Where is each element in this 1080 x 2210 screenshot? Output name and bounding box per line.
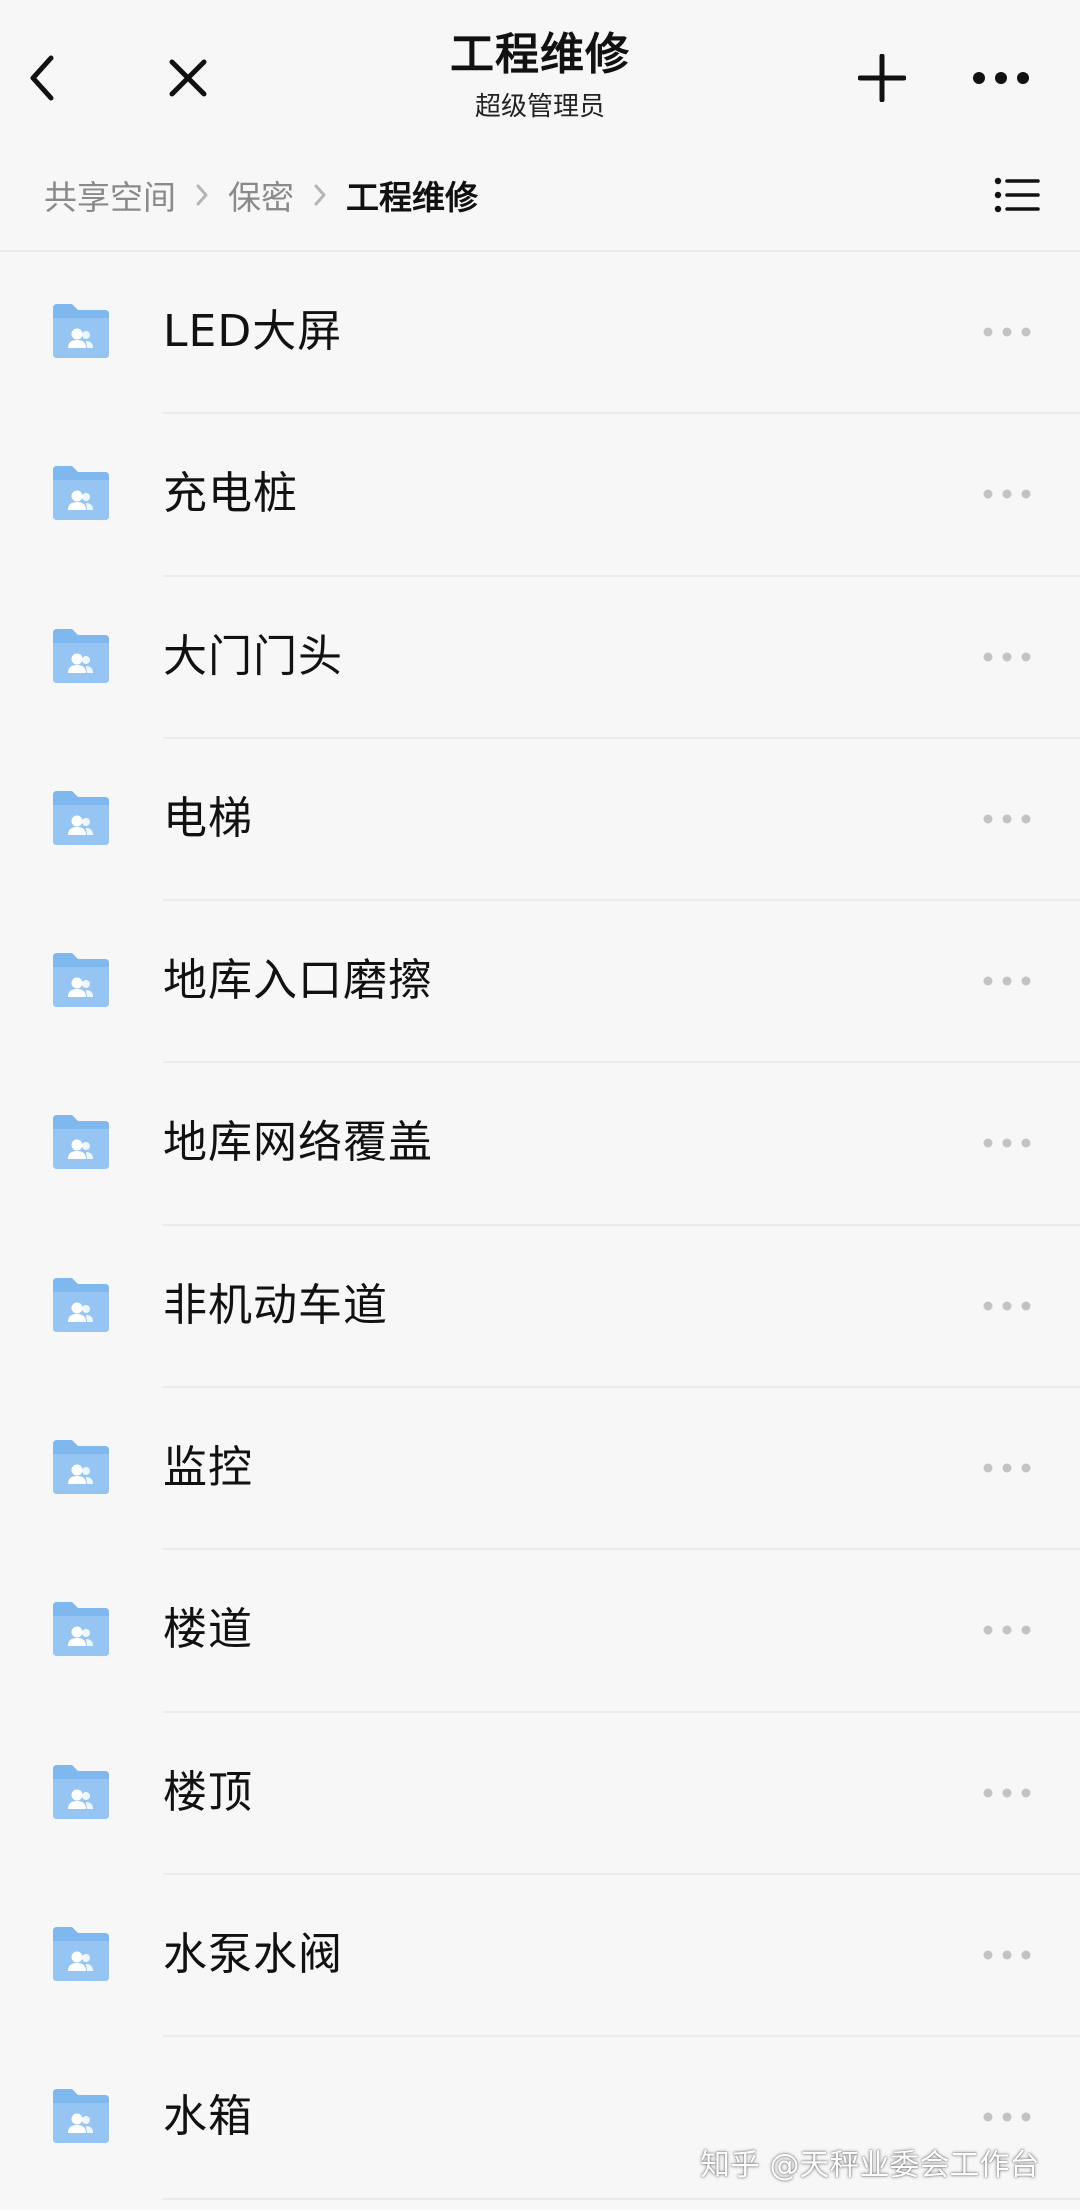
folder-name: 楼道 (163, 1604, 253, 1656)
breadcrumb-item-shared-space[interactable]: 共享空间 (44, 171, 176, 219)
folder-row[interactable]: 大门门头 (0, 577, 1080, 739)
close-button[interactable] (160, 44, 216, 112)
folder-row[interactable]: 楼顶 (0, 1713, 1080, 1875)
more-horizontal-icon (983, 1463, 1031, 1473)
folder-name: 大门门头 (163, 630, 343, 682)
more-horizontal-icon (983, 489, 1031, 499)
shared-folder-icon (53, 953, 109, 1008)
more-horizontal-icon (983, 1788, 1031, 1798)
folder-name: 非机动车道 (163, 1279, 388, 1331)
folder-row[interactable]: 监控 (0, 1388, 1080, 1551)
shared-folder-icon (53, 1764, 109, 1819)
folder-row[interactable]: 楼道 (0, 1550, 1080, 1713)
folder-row[interactable]: 非机动车道 (0, 1226, 1080, 1389)
folder-more-button[interactable] (972, 637, 1042, 677)
chevron-right-icon (312, 182, 328, 208)
title-block: 工程维修 超级管理员 (240, 24, 840, 126)
more-horizontal-icon (983, 2112, 1031, 2122)
folder-name: 地库网络覆盖 (163, 1117, 433, 1169)
add-button[interactable] (850, 44, 914, 112)
shared-folder-icon (53, 304, 109, 358)
page-title: 工程维修 (450, 29, 630, 80)
more-horizontal-icon (983, 652, 1031, 662)
folder-name: 楼顶 (163, 1766, 253, 1818)
folder-more-button[interactable] (972, 1773, 1042, 1813)
folder-more-button[interactable] (972, 1448, 1042, 1488)
folder-name: 水泵水阀 (163, 1928, 343, 1980)
folder-row[interactable]: 地库入口磨擦 (0, 901, 1080, 1064)
folder-name: 地库入口磨擦 (163, 955, 433, 1007)
more-horizontal-icon (983, 1301, 1031, 1311)
folder-more-button[interactable] (972, 799, 1042, 839)
folder-name: 电梯 (163, 792, 253, 844)
folder-more-button[interactable] (972, 312, 1042, 352)
more-horizontal-icon (983, 1625, 1031, 1635)
shared-folder-icon (53, 1115, 109, 1170)
breadcrumb: 共享空间 保密 工程维修 (44, 165, 478, 225)
folder-more-button[interactable] (972, 1610, 1042, 1650)
shared-folder-icon (53, 1440, 109, 1495)
folder-row[interactable]: LED大屏 (0, 252, 1080, 415)
more-horizontal-icon (973, 72, 1029, 84)
breadcrumb-item-current: 工程维修 (346, 178, 478, 217)
chevron-right-icon (194, 182, 210, 208)
folder-row[interactable]: 电梯 (0, 739, 1080, 902)
folder-more-button[interactable] (972, 1286, 1042, 1326)
folder-row[interactable]: 充电桩 (0, 414, 1080, 577)
header: 工程维修 超级管理员 (0, 0, 1080, 150)
folder-more-button[interactable] (972, 1935, 1042, 1975)
watermark: 知乎 @天秤业委会工作台 (700, 2148, 1040, 2183)
folder-more-button[interactable] (972, 1123, 1042, 1163)
breadcrumb-item-confidential[interactable]: 保密 (228, 171, 294, 219)
folder-name: 充电桩 (163, 468, 298, 520)
more-horizontal-icon (983, 1138, 1031, 1148)
folder-name: 水箱 (163, 2091, 253, 2143)
list-view-icon (994, 177, 1040, 213)
row-divider (163, 2197, 1080, 2200)
more-horizontal-icon (983, 976, 1031, 986)
more-button[interactable] (966, 44, 1036, 112)
chevron-left-icon (30, 55, 54, 101)
folder-row[interactable]: 水泵水阀 (0, 1875, 1080, 2038)
folder-name: 监控 (163, 1442, 253, 1494)
folder-name: LED大屏 (163, 306, 343, 357)
list-view-button[interactable] (990, 170, 1044, 220)
shared-folder-icon (53, 628, 109, 683)
shared-folder-icon (53, 1277, 109, 1332)
folder-more-button[interactable] (972, 961, 1042, 1001)
more-horizontal-icon (983, 814, 1031, 824)
folder-more-button[interactable] (972, 2097, 1042, 2137)
page: 工程维修 超级管理员 共享空间 保密 工程维修 LED大屏 充电桩 大门门头 电… (0, 0, 1080, 2210)
page-subtitle: 超级管理员 (474, 92, 605, 122)
more-horizontal-icon (983, 1950, 1031, 1960)
back-button[interactable] (14, 44, 70, 112)
shared-folder-icon (53, 1926, 109, 1981)
shared-folder-icon (53, 790, 109, 845)
shared-folder-icon (53, 2089, 109, 2144)
folder-list: LED大屏充电桩大门门头电梯地库入口磨擦 地库网络覆盖 非机动车道监控楼道楼顶水泵水… (0, 252, 1080, 2200)
folder-more-button[interactable] (972, 474, 1042, 514)
folder-row[interactable]: 地库网络覆盖 (0, 1063, 1080, 1226)
shared-folder-icon (53, 466, 109, 521)
more-horizontal-icon (983, 327, 1031, 337)
shared-folder-icon (53, 1602, 109, 1657)
close-icon (169, 59, 207, 97)
plus-icon (858, 54, 906, 102)
